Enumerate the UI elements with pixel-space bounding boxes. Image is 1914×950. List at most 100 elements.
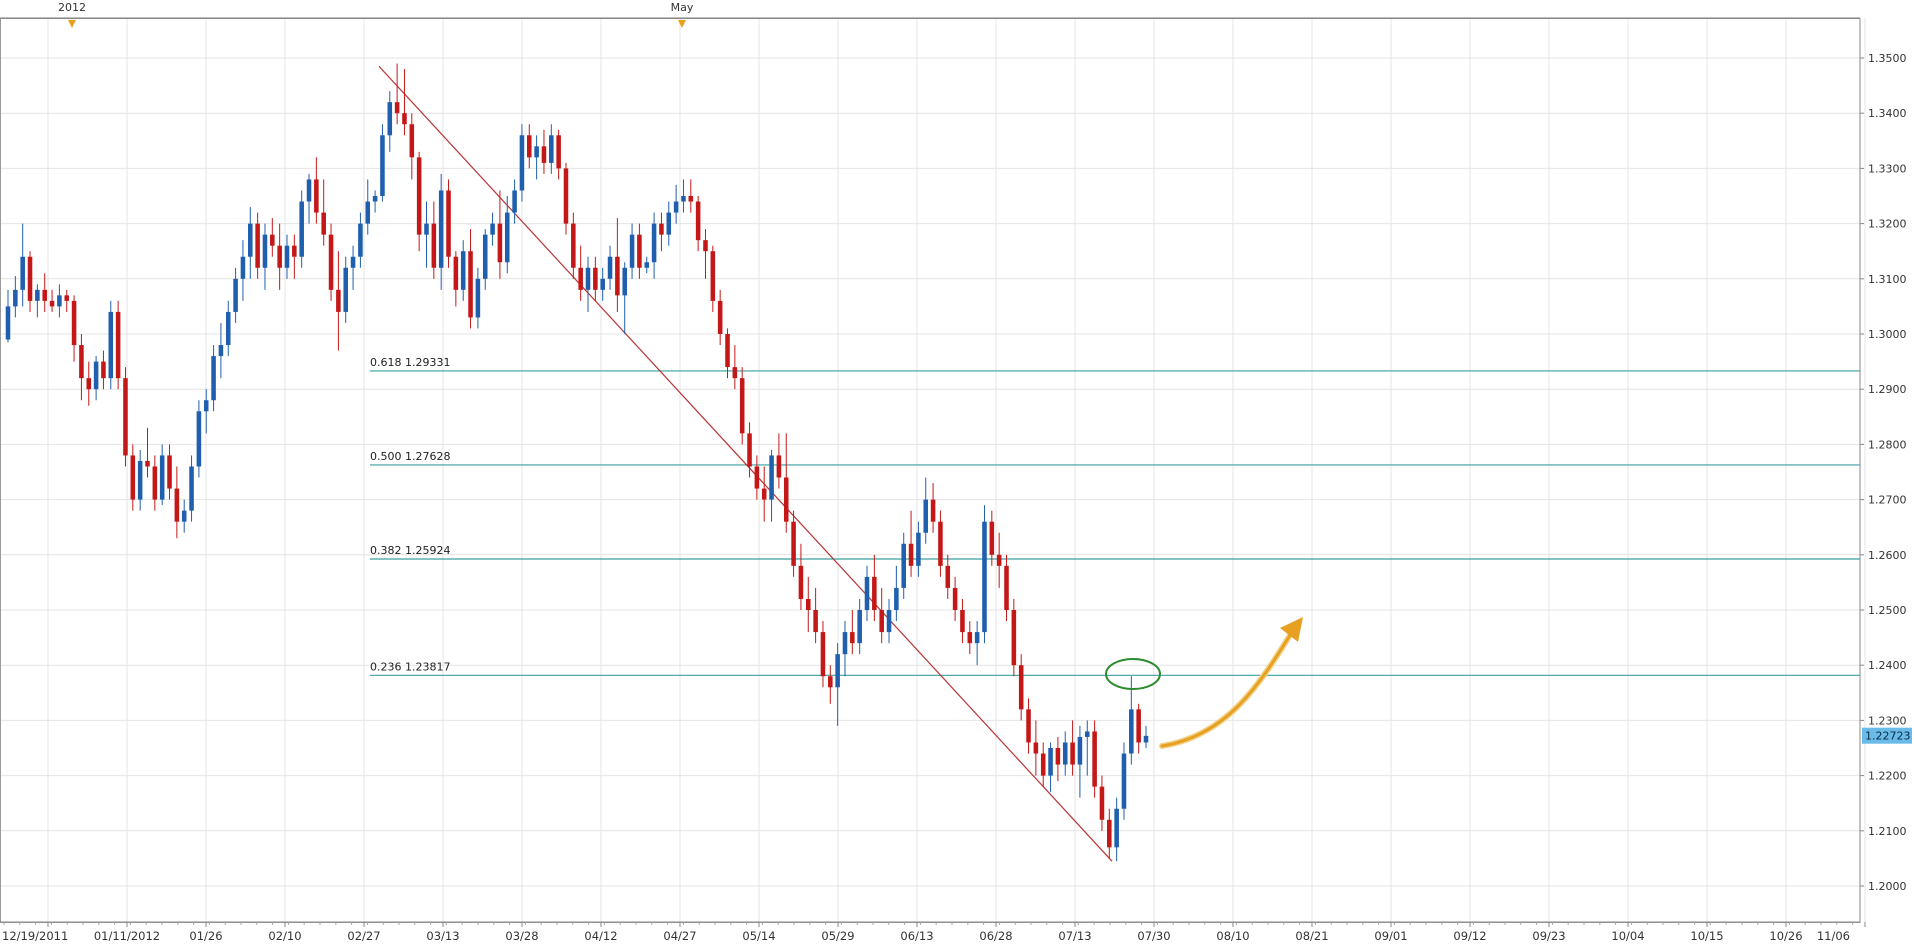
candle-down <box>703 229 708 279</box>
y-tick-label: 1.2500 <box>1868 604 1907 617</box>
candle-down <box>130 444 136 511</box>
x-tick-label: 02/10 <box>268 929 301 943</box>
axes-layer: 1.3500 1.3400 1.3300 1.3200 1.3100 1.3000 1.29… <box>0 1 1912 943</box>
candle-down <box>336 251 341 351</box>
candle-body <box>1143 735 1149 743</box>
candle-body <box>717 300 723 334</box>
candle-down <box>593 256 598 301</box>
candle-body <box>1077 736 1083 765</box>
candle-body <box>982 521 987 633</box>
grid-lines <box>0 18 1866 922</box>
candle-body <box>938 521 943 566</box>
candle-up <box>1114 797 1119 862</box>
candle-down <box>967 621 973 655</box>
candle-down <box>783 433 789 533</box>
candle-body <box>585 267 591 290</box>
y-tick-label: 1.2600 <box>1868 549 1907 562</box>
candle-body <box>1099 786 1105 820</box>
candle-body <box>1033 742 1039 754</box>
candle-body <box>864 576 870 610</box>
candle-body <box>101 361 106 379</box>
candle-body <box>695 201 701 241</box>
candle-body <box>974 632 980 644</box>
candle-up <box>534 135 539 180</box>
candle-body <box>167 455 172 489</box>
candle-body <box>710 251 716 301</box>
candle-down <box>659 212 664 252</box>
y-tick-label: 1.2800 <box>1868 438 1907 451</box>
candle-down <box>688 179 694 213</box>
candle-up <box>512 179 517 224</box>
candle-down <box>996 532 1002 588</box>
candle-body <box>93 361 99 390</box>
candle-body <box>820 632 826 677</box>
candle-up <box>549 124 554 174</box>
x-tick-label: 03/13 <box>426 929 459 943</box>
candle-up <box>306 173 312 224</box>
candle-up <box>218 322 224 379</box>
y-tick-label: 1.2300 <box>1868 714 1907 727</box>
candle-down <box>152 455 158 511</box>
candle-body <box>372 196 378 202</box>
candle-body <box>343 267 349 312</box>
candle-body <box>86 378 92 390</box>
candle-body <box>857 610 862 644</box>
y-tick-label: 1.2100 <box>1868 825 1907 838</box>
candle-body <box>842 632 848 655</box>
candle-body <box>248 223 253 257</box>
candle-down <box>820 621 826 688</box>
candle-body <box>1004 565 1009 610</box>
candle-up <box>666 201 672 246</box>
x-tick-label: 09/12 <box>1453 929 1486 943</box>
candle-body <box>446 190 451 257</box>
candle-body <box>181 510 187 522</box>
candle-body <box>571 223 576 268</box>
candle-body <box>211 356 216 401</box>
candle-down <box>732 345 738 390</box>
candle-body <box>336 289 341 312</box>
y-tick-label: 1.3200 <box>1868 218 1907 231</box>
x-tick-label: 06/13 <box>900 929 933 943</box>
candle-up <box>57 284 62 318</box>
candle-body <box>747 433 752 467</box>
candle-body <box>71 300 77 346</box>
candle-body <box>659 223 664 235</box>
candle-body <box>549 135 554 163</box>
candle-body <box>402 113 407 125</box>
candle-body <box>600 278 605 290</box>
candle-body <box>651 223 657 263</box>
candle-body <box>306 179 312 202</box>
candle-body <box>350 256 356 268</box>
candle-up <box>894 565 899 622</box>
candle-up <box>20 223 25 307</box>
candle-up <box>982 505 987 644</box>
candle-up <box>644 256 650 274</box>
x-tick-label: 10/15 <box>1690 929 1723 943</box>
candle-body <box>629 234 635 268</box>
candle-body <box>1018 665 1024 710</box>
candle-up <box>864 565 870 622</box>
candle-up <box>203 389 209 434</box>
trendline-layer <box>378 65 1113 862</box>
candle-body <box>578 267 583 290</box>
candle-body <box>673 201 679 213</box>
candle-body <box>754 466 760 489</box>
candle-body <box>769 455 774 500</box>
candle-body <box>5 306 11 340</box>
candle-body <box>622 267 627 296</box>
fib-level-label: 0.382 1.25924 <box>370 544 450 557</box>
candle-down <box>761 466 767 522</box>
candle-up <box>974 621 980 666</box>
candle-down <box>497 190 503 279</box>
candles-layer <box>5 63 1149 862</box>
candle-body <box>174 488 180 522</box>
candle-body <box>270 234 275 246</box>
candle-body <box>556 135 561 169</box>
top-marker-icon <box>678 20 686 28</box>
candle-down <box>101 350 106 390</box>
candle-body <box>145 460 150 467</box>
candle-down <box>805 576 811 633</box>
candle-body <box>534 146 539 158</box>
candle-body <box>504 212 510 263</box>
candle-up <box>1121 742 1127 820</box>
